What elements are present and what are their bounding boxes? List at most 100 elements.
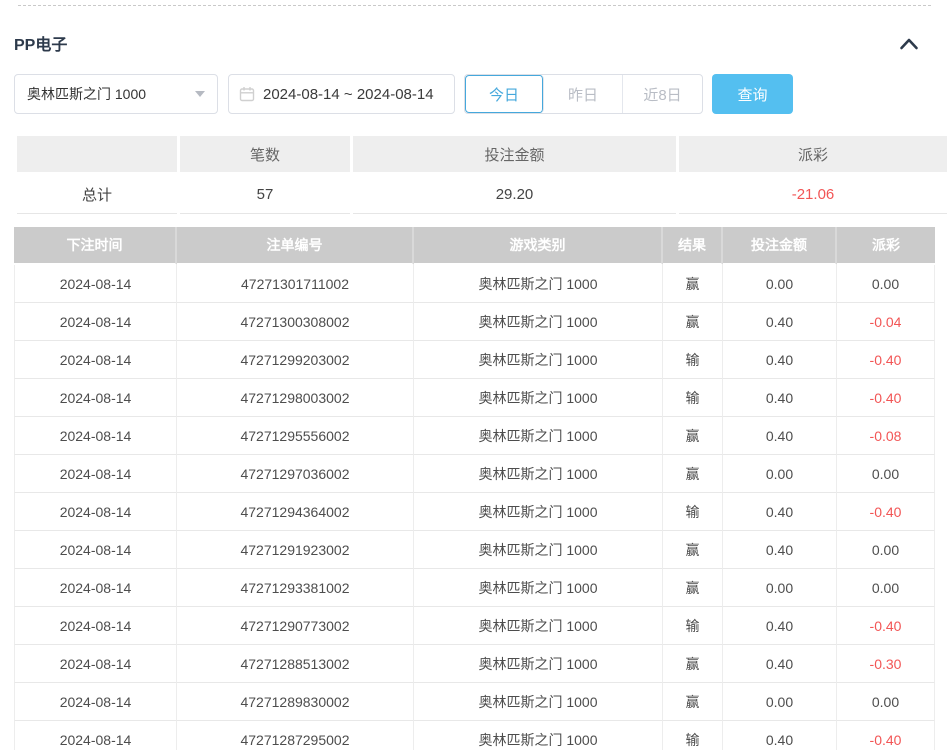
bet-time-cell: 2024-08-14 <box>14 493 177 531</box>
bet-time-cell: 2024-08-14 <box>14 455 177 493</box>
bet-time-cell: 2024-08-14 <box>14 607 177 645</box>
payout-cell: -0.04 <box>837 303 935 341</box>
bet-amount-cell: 0.40 <box>723 645 837 683</box>
result-cell: 赢 <box>663 683 723 721</box>
bet-amount-cell: 0.00 <box>723 569 837 607</box>
order-number-cell: 47271295556002 <box>177 417 414 455</box>
bet-time-cell: 2024-08-14 <box>14 265 177 303</box>
bet-table-body: 2024-08-1447271301711002奥林匹斯之门 1000赢0.00… <box>14 265 935 750</box>
summary-header-cell: 笔数 <box>180 136 350 175</box>
result-cell: 赢 <box>663 265 723 303</box>
order-number-cell: 47271301711002 <box>177 265 414 303</box>
game-category-cell: 奥林匹斯之门 1000 <box>414 417 663 455</box>
table-row: 2024-08-1447271287295002奥林匹斯之门 1000输0.40… <box>14 721 935 750</box>
summary-header-row: 笔数投注金额派彩 <box>17 136 947 175</box>
summary-total-count: 57 <box>180 175 350 214</box>
last-8-days-button[interactable]: 近8日 <box>623 75 702 113</box>
game-category-cell: 奥林匹斯之门 1000 <box>414 683 663 721</box>
bet-header-cell: 结果 <box>663 227 723 265</box>
bet-records-table: 下注时间注单编号游戏类别结果投注金额派彩 2024-08-14472713017… <box>14 227 935 750</box>
summary-total-bet-amount: 29.20 <box>353 175 676 214</box>
date-range-value: 2024-08-14 ~ 2024-08-14 <box>263 86 434 103</box>
bet-time-cell: 2024-08-14 <box>14 683 177 721</box>
result-cell: 输 <box>663 721 723 750</box>
summary-total-label: 总计 <box>17 175 177 214</box>
game-category-cell: 奥林匹斯之门 1000 <box>414 455 663 493</box>
payout-cell: 0.00 <box>837 531 935 569</box>
result-cell: 赢 <box>663 455 723 493</box>
payout-cell: -0.30 <box>837 645 935 683</box>
table-row: 2024-08-1447271297036002奥林匹斯之门 1000赢0.00… <box>14 455 935 493</box>
result-cell: 赢 <box>663 645 723 683</box>
table-row: 2024-08-1447271298003002奥林匹斯之门 1000输0.40… <box>14 379 935 417</box>
payout-cell: 0.00 <box>837 683 935 721</box>
game-category-cell: 奥林匹斯之门 1000 <box>414 645 663 683</box>
game-select[interactable]: 奥林匹斯之门 1000 <box>14 74 218 114</box>
bet-time-cell: 2024-08-14 <box>14 569 177 607</box>
bet-time-cell: 2024-08-14 <box>14 417 177 455</box>
payout-cell: -0.08 <box>837 417 935 455</box>
game-category-cell: 奥林匹斯之门 1000 <box>414 569 663 607</box>
bet-table-header-row: 下注时间注单编号游戏类别结果投注金额派彩 <box>14 227 935 265</box>
bet-time-cell: 2024-08-14 <box>14 341 177 379</box>
order-number-cell: 47271291923002 <box>177 531 414 569</box>
bet-amount-cell: 0.40 <box>723 493 837 531</box>
payout-cell: -0.40 <box>837 607 935 645</box>
game-select-value: 奥林匹斯之门 1000 <box>27 84 146 104</box>
table-row: 2024-08-1447271301711002奥林匹斯之门 1000赢0.00… <box>14 265 935 303</box>
collapse-chevron-up-icon[interactable] <box>899 37 919 50</box>
order-number-cell: 47271299203002 <box>177 341 414 379</box>
order-number-cell: 47271290773002 <box>177 607 414 645</box>
bet-header-cell: 投注金额 <box>723 227 837 265</box>
bet-header-cell: 下注时间 <box>14 227 177 265</box>
quick-range-group: 今日 昨日 近8日 <box>464 74 703 114</box>
summary-header-cell <box>17 136 177 175</box>
bet-time-cell: 2024-08-14 <box>14 721 177 750</box>
bet-amount-cell: 0.40 <box>723 531 837 569</box>
table-row: 2024-08-1447271295556002奥林匹斯之门 1000赢0.40… <box>14 417 935 455</box>
yesterday-button[interactable]: 昨日 <box>544 75 623 113</box>
game-category-cell: 奥林匹斯之门 1000 <box>414 721 663 750</box>
game-category-cell: 奥林匹斯之门 1000 <box>414 493 663 531</box>
payout-cell: 0.00 <box>837 455 935 493</box>
game-category-cell: 奥林匹斯之门 1000 <box>414 379 663 417</box>
payout-cell: -0.40 <box>837 379 935 417</box>
table-row: 2024-08-1447271288513002奥林匹斯之门 1000赢0.40… <box>14 645 935 683</box>
result-cell: 赢 <box>663 417 723 455</box>
table-row: 2024-08-1447271289830002奥林匹斯之门 1000赢0.00… <box>14 683 935 721</box>
result-cell: 输 <box>663 341 723 379</box>
bet-time-cell: 2024-08-14 <box>14 531 177 569</box>
order-number-cell: 47271300308002 <box>177 303 414 341</box>
summary-total-row: 总计5729.20-21.06 <box>17 175 947 214</box>
query-button[interactable]: 查询 <box>712 74 793 114</box>
bet-amount-cell: 0.40 <box>723 721 837 750</box>
table-row: 2024-08-1447271300308002奥林匹斯之门 1000赢0.40… <box>14 303 935 341</box>
order-number-cell: 47271293381002 <box>177 569 414 607</box>
order-number-cell: 47271287295002 <box>177 721 414 750</box>
result-cell: 输 <box>663 379 723 417</box>
chevron-down-icon <box>195 91 205 97</box>
today-button[interactable]: 今日 <box>465 75 544 113</box>
order-number-cell: 47271294364002 <box>177 493 414 531</box>
game-category-cell: 奥林匹斯之门 1000 <box>414 531 663 569</box>
table-row: 2024-08-1447271294364002奥林匹斯之门 1000输0.40… <box>14 493 935 531</box>
summary-table: 笔数投注金额派彩 总计5729.20-21.06 <box>14 136 949 214</box>
bet-time-cell: 2024-08-14 <box>14 645 177 683</box>
filter-bar: 奥林匹斯之门 1000 2024-08-14 ~ 2024-08-14 今日 昨… <box>14 74 935 114</box>
bet-header-cell: 派彩 <box>837 227 935 265</box>
bet-amount-cell: 0.00 <box>723 683 837 721</box>
bet-amount-cell: 0.40 <box>723 417 837 455</box>
result-cell: 输 <box>663 607 723 645</box>
bet-amount-cell: 0.40 <box>723 379 837 417</box>
bet-header-cell: 游戏类别 <box>414 227 663 265</box>
bet-amount-cell: 0.00 <box>723 265 837 303</box>
table-row: 2024-08-1447271299203002奥林匹斯之门 1000输0.40… <box>14 341 935 379</box>
payout-cell: -0.40 <box>837 721 935 750</box>
date-range-picker[interactable]: 2024-08-14 ~ 2024-08-14 <box>228 74 455 114</box>
bet-header-cell: 注单编号 <box>177 227 414 265</box>
section-title: PP电子 <box>14 31 67 55</box>
result-cell: 赢 <box>663 569 723 607</box>
game-category-cell: 奥林匹斯之门 1000 <box>414 341 663 379</box>
table-row: 2024-08-1447271291923002奥林匹斯之门 1000赢0.40… <box>14 531 935 569</box>
bet-time-cell: 2024-08-14 <box>14 303 177 341</box>
